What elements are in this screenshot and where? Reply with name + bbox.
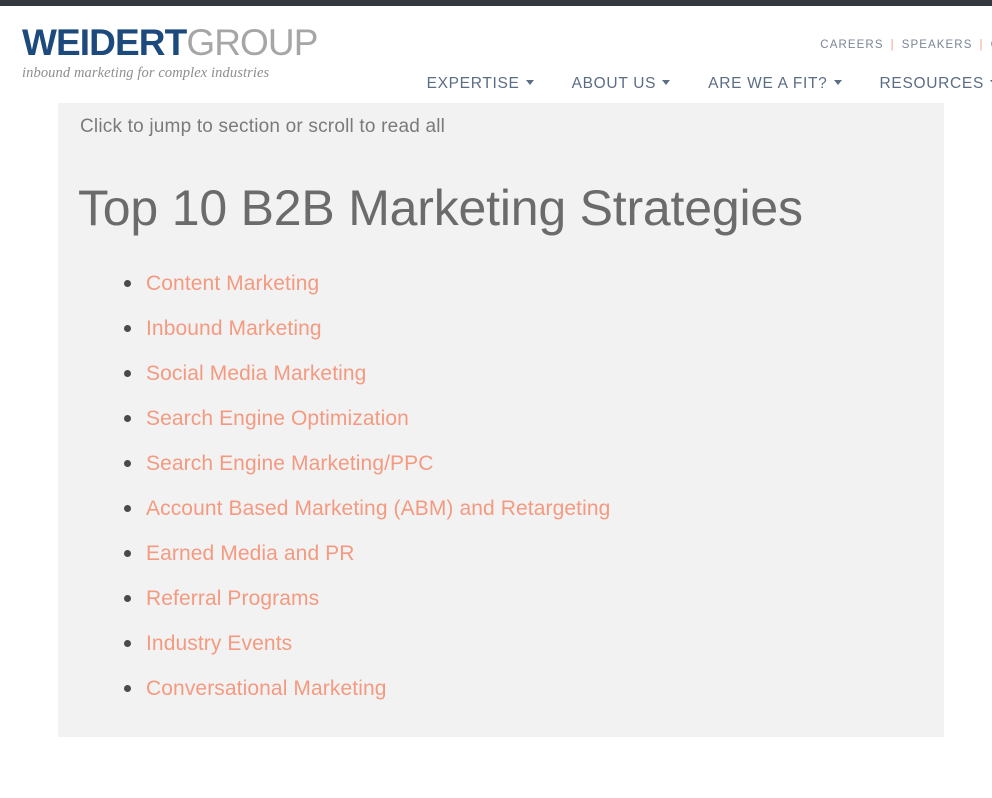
utility-nav-separator: | bbox=[979, 39, 984, 51]
strategy-link[interactable]: Search Engine Optimization bbox=[146, 407, 409, 431]
strategy-link[interactable]: Referral Programs bbox=[146, 587, 319, 611]
logo-wordmark: WEIDERTGROUP bbox=[22, 24, 318, 61]
nav-item-label: RESOURCES bbox=[879, 75, 984, 92]
bullet-icon bbox=[124, 505, 131, 512]
bullet-icon bbox=[124, 325, 131, 332]
strategy-link-list: Content Marketing Inbound Marketing Soci… bbox=[102, 261, 610, 711]
list-item: Social Media Marketing bbox=[102, 351, 610, 396]
strategy-link[interactable]: Earned Media and PR bbox=[146, 542, 355, 566]
nav-item-label: EXPERTISE bbox=[426, 75, 520, 92]
logo-word-secondary: GROUP bbox=[186, 22, 318, 63]
nav-item-label: ABOUT US bbox=[571, 75, 657, 92]
list-item: Search Engine Marketing/PPC bbox=[102, 441, 610, 486]
page-title: Top 10 B2B Marketing Strategies bbox=[78, 180, 803, 236]
bullet-icon bbox=[124, 460, 131, 467]
list-item: Conversational Marketing bbox=[102, 666, 610, 711]
list-item: Search Engine Optimization bbox=[102, 396, 610, 441]
strategy-link[interactable]: Inbound Marketing bbox=[146, 317, 322, 341]
utility-nav-item-speakers[interactable]: SPEAKERS bbox=[902, 39, 973, 51]
bullet-icon bbox=[124, 550, 131, 557]
utility-nav-item-careers[interactable]: CAREERS bbox=[820, 39, 883, 51]
strategy-link[interactable]: Industry Events bbox=[146, 632, 292, 656]
list-item: Industry Events bbox=[102, 621, 610, 666]
list-item: Content Marketing bbox=[102, 261, 610, 306]
nav-item-expertise[interactable]: EXPERTISE bbox=[427, 75, 534, 93]
site-logo[interactable]: WEIDERTGROUP inbound marketing for compl… bbox=[22, 24, 318, 81]
site-header: WEIDERTGROUP inbound marketing for compl… bbox=[0, 6, 992, 98]
strategy-link[interactable]: Account Based Marketing (ABM) and Retarg… bbox=[146, 497, 610, 521]
table-of-contents-card: Click to jump to section or scroll to re… bbox=[58, 103, 944, 737]
list-item: Referral Programs bbox=[102, 576, 610, 621]
nav-item-resources[interactable]: RESOURCES bbox=[880, 75, 992, 93]
utility-nav: CAREERS|SPEAKERS|C bbox=[820, 39, 992, 51]
list-item: Earned Media and PR bbox=[102, 531, 610, 576]
nav-item-label: ARE WE A FIT? bbox=[708, 75, 828, 92]
main-nav: EXPERTISE ABOUT US ARE WE A FIT? RESOURCES bbox=[427, 75, 992, 93]
chevron-down-icon bbox=[525, 80, 534, 86]
bullet-icon bbox=[124, 685, 131, 692]
bullet-icon bbox=[124, 640, 131, 647]
list-item: Inbound Marketing bbox=[102, 306, 610, 351]
strategy-link[interactable]: Search Engine Marketing/PPC bbox=[146, 452, 434, 476]
chevron-down-icon bbox=[662, 80, 671, 86]
chevron-down-icon bbox=[833, 80, 842, 86]
utility-nav-separator: | bbox=[890, 39, 895, 51]
logo-word-primary: WEIDERT bbox=[22, 22, 187, 63]
nav-item-about-us[interactable]: ABOUT US bbox=[572, 75, 671, 93]
bullet-icon bbox=[124, 415, 131, 422]
logo-tagline: inbound marketing for complex industries bbox=[22, 65, 270, 81]
list-item: Account Based Marketing (ABM) and Retarg… bbox=[102, 486, 610, 531]
nav-item-are-we-a-fit[interactable]: ARE WE A FIT? bbox=[708, 75, 842, 93]
strategy-link[interactable]: Content Marketing bbox=[146, 272, 319, 296]
strategy-link[interactable]: Conversational Marketing bbox=[146, 677, 387, 701]
jump-instruction-text: Click to jump to section or scroll to re… bbox=[80, 116, 446, 137]
strategy-link[interactable]: Social Media Marketing bbox=[146, 362, 366, 386]
bullet-icon bbox=[124, 370, 131, 377]
bullet-icon bbox=[124, 595, 131, 602]
bullet-icon bbox=[124, 280, 131, 287]
